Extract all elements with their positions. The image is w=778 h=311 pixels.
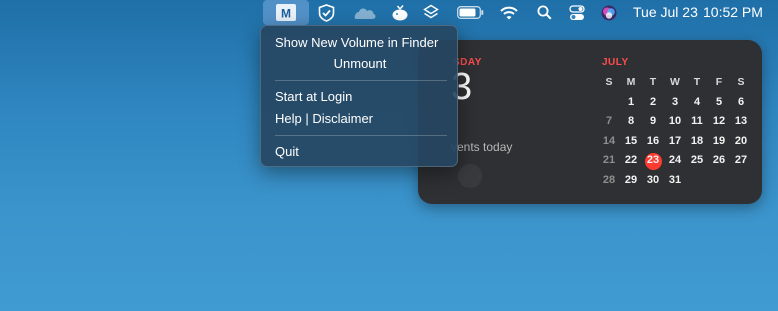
calendar-weekday-header: S: [737, 76, 745, 88]
calendar-day[interactable]: 6: [730, 93, 752, 113]
calendar-day[interactable]: 7: [598, 112, 620, 132]
menu-item-show-new-volume[interactable]: Show New Volume in Finder: [275, 34, 438, 52]
menu-item-quit[interactable]: Quit: [275, 143, 299, 161]
calendar-weekday-header: F: [715, 76, 723, 88]
calendar-weekday-header: S: [605, 76, 613, 88]
calendar-grid: S M T W T F S 1 2 3 4 5 6 7 8 9 10 11 12 13 14 15 16 17 18 19 20 21…: [598, 73, 752, 190]
calendar-day[interactable]: 14: [598, 132, 620, 152]
calendar-day[interactable]: 20: [730, 132, 752, 152]
menubar-time[interactable]: 10:52 PM: [703, 0, 763, 25]
control-center-icon[interactable]: [566, 0, 588, 25]
menu-item-start-at-login[interactable]: Start at Login: [275, 88, 352, 106]
calendar-empty-cell: [686, 171, 708, 191]
calendar-day[interactable]: 31: [664, 171, 686, 191]
cheese-icon[interactable]: [389, 0, 411, 25]
menu-separator: [275, 135, 447, 136]
widget-decoration: [458, 164, 482, 188]
calendar-day[interactable]: 30: [642, 171, 664, 191]
search-icon[interactable]: [534, 0, 554, 25]
calendar-day[interactable]: 9: [642, 112, 664, 132]
menu-item-unmount[interactable]: Unmount: [261, 55, 459, 73]
calendar-weekday-header: T: [693, 76, 701, 88]
calendar-empty-cell: [708, 171, 730, 191]
calendar-day[interactable]: 17: [664, 132, 686, 152]
calendar-day[interactable]: 24: [664, 151, 686, 171]
mountain-duck-icon: M: [276, 4, 296, 21]
calendar-empty-cell: [730, 171, 752, 191]
calendar-month: JULY: [602, 57, 629, 68]
calendar-weekday-header: W: [670, 76, 680, 88]
battery-icon[interactable]: [455, 0, 485, 25]
calendar-day[interactable]: 12: [708, 112, 730, 132]
calendar-day[interactable]: 4: [686, 93, 708, 113]
calendar-day[interactable]: 19: [708, 132, 730, 152]
calendar-day[interactable]: 8: [620, 112, 642, 132]
calendar-day[interactable]: 1: [620, 93, 642, 113]
calendar-day[interactable]: 28: [598, 171, 620, 191]
siri-icon[interactable]: [598, 0, 620, 25]
calendar-day[interactable]: 26: [708, 151, 730, 171]
calendar-day[interactable]: 3: [664, 93, 686, 113]
calendar-empty-cell: [598, 93, 620, 113]
calendar-day[interactable]: 10: [664, 112, 686, 132]
calendar-weekday-header: M: [626, 76, 636, 88]
calendar-day-today[interactable]: 23: [642, 151, 664, 171]
calendar-day[interactable]: 21: [598, 151, 620, 171]
calendar-day-number: 23: [646, 154, 660, 166]
calendar-day[interactable]: 16: [642, 132, 664, 152]
stack-icon[interactable]: [421, 0, 441, 25]
svg-text:M: M: [281, 7, 291, 21]
calendar-day[interactable]: 18: [686, 132, 708, 152]
calendar-weekday-header: T: [649, 76, 657, 88]
cloud-icon[interactable]: [350, 0, 378, 25]
calendar-day[interactable]: 5: [708, 93, 730, 113]
calendar-day[interactable]: 25: [686, 151, 708, 171]
widget-events-text: vents today: [451, 140, 513, 154]
calendar-day[interactable]: 2: [642, 93, 664, 113]
calendar-day[interactable]: 15: [620, 132, 642, 152]
wifi-icon[interactable]: [498, 0, 520, 25]
calendar-day[interactable]: 22: [620, 151, 642, 171]
menu-item-help-disclaimer[interactable]: Help | Disclaimer: [275, 110, 373, 128]
shield-check-icon[interactable]: [315, 0, 337, 25]
menu-bar: M Tue Jul 23 10:52 PM: [0, 0, 778, 25]
calendar-day[interactable]: 29: [620, 171, 642, 191]
menu-separator: [275, 80, 447, 81]
calendar-day[interactable]: 13: [730, 112, 752, 132]
calendar-day[interactable]: 11: [686, 112, 708, 132]
mountain-duck-menu-icon[interactable]: M: [263, 0, 309, 25]
menubar-date[interactable]: Tue Jul 23: [633, 0, 698, 25]
mountain-duck-menu: Show New Volume in Finder Unmount Start …: [260, 25, 458, 167]
calendar-widget[interactable]: SDAY 3 vents today JULY SMTWTFS123456789…: [418, 40, 762, 204]
calendar-day[interactable]: 27: [730, 151, 752, 171]
